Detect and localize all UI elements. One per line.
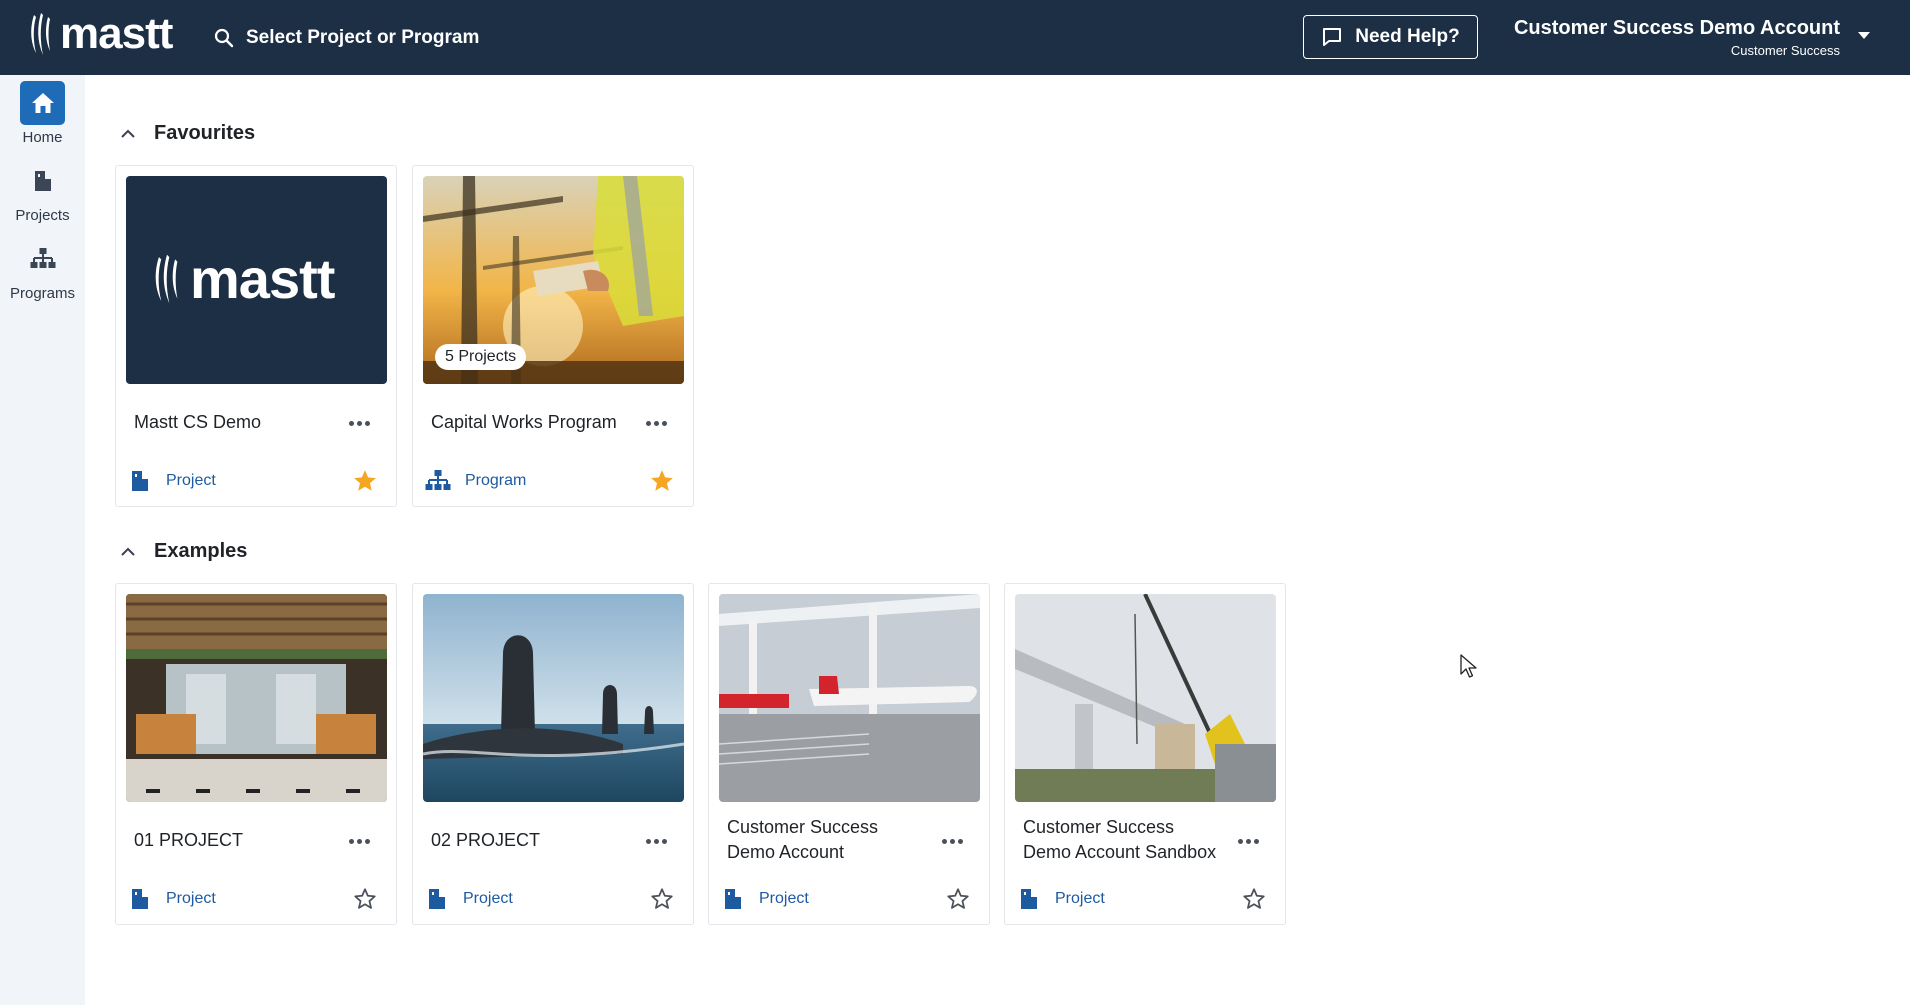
examples-section-header[interactable]: Examples — [120, 540, 247, 563]
card-thumbnail[interactable] — [1015, 594, 1276, 802]
chevron-down-icon[interactable] — [1858, 32, 1870, 39]
card-title[interactable]: Capital Works Program — [431, 394, 631, 450]
program-card[interactable]: 5 Projects Capital Works Program Program — [412, 165, 694, 507]
search-placeholder[interactable]: Select Project or Program — [246, 27, 479, 49]
card-type-label[interactable]: Project — [759, 890, 809, 908]
star-filled-icon[interactable] — [649, 468, 675, 494]
star-outline-icon[interactable] — [945, 886, 971, 912]
mastt-flame-icon — [31, 13, 50, 55]
search-icon — [214, 28, 234, 48]
project-card[interactable]: mastt Mastt CS Demo Project — [115, 165, 397, 507]
account-name: Customer Success Demo Account — [1513, 17, 1840, 39]
card-type-label[interactable]: Project — [166, 472, 216, 490]
chevron-up-icon[interactable] — [120, 547, 136, 557]
bridge-construction-photo — [1015, 594, 1276, 802]
project-card[interactable]: 02 PROJECT Project — [412, 583, 694, 925]
sidebar-item-home[interactable]: Home — [0, 81, 85, 146]
sidebar-item-programs[interactable]: Programs — [0, 237, 85, 302]
hierarchy-icon — [30, 248, 55, 268]
need-help-label: Need Help? — [1355, 26, 1460, 47]
card-type-label[interactable]: Project — [1055, 890, 1105, 908]
card-type-label[interactable]: Project — [166, 890, 216, 908]
home-icon — [31, 93, 54, 113]
hierarchy-icon — [425, 470, 451, 490]
more-options-icon[interactable] — [344, 408, 374, 438]
need-help-button[interactable]: Need Help? — [1303, 15, 1478, 59]
top-bar: mastt Select Project or Program Need Hel… — [0, 0, 1910, 75]
card-thumbnail[interactable] — [719, 594, 980, 802]
more-options-icon[interactable] — [344, 826, 374, 856]
card-thumbnail[interactable]: 5 Projects — [423, 176, 684, 384]
sidebar-item-projects[interactable]: Projects — [0, 159, 85, 224]
card-title[interactable]: Customer Success Demo Account Sandbox — [1023, 812, 1223, 868]
logo-text: mastt — [60, 9, 173, 58]
card-thumbnail[interactable]: mastt — [126, 176, 387, 384]
card-type-label[interactable]: Program — [465, 472, 526, 490]
restaurant-interior-photo — [126, 594, 387, 802]
account-subtitle: Customer Success — [1730, 43, 1840, 58]
building-icon — [132, 471, 148, 491]
star-outline-icon[interactable] — [352, 886, 378, 912]
projects-count-badge: 5 Projects — [435, 344, 527, 370]
card-type-label[interactable]: Project — [463, 890, 513, 908]
card-thumbnail[interactable] — [423, 594, 684, 802]
favourites-section-header[interactable]: Favourites — [120, 122, 255, 145]
building-icon — [725, 889, 741, 909]
sidebar: Home Projects Programs — [0, 75, 85, 1005]
project-card[interactable]: Customer Success Demo Account Project — [708, 583, 990, 925]
chevron-up-icon[interactable] — [120, 129, 136, 139]
card-title[interactable]: 01 PROJECT — [134, 812, 334, 868]
star-outline-icon[interactable] — [649, 886, 675, 912]
mastt-logo[interactable]: mastt — [28, 9, 173, 58]
star-outline-icon[interactable] — [1241, 886, 1267, 912]
sidebar-item-label: Home — [22, 129, 63, 146]
thumbnail-logo-text: mastt — [190, 247, 335, 310]
card-thumbnail[interactable] — [126, 594, 387, 802]
project-search[interactable]: Select Project or Program — [214, 22, 479, 54]
card-title[interactable]: 02 PROJECT — [431, 812, 631, 868]
submarine-photo — [423, 594, 684, 802]
building-icon — [429, 889, 445, 909]
airport-photo — [719, 594, 980, 802]
sidebar-item-label: Programs — [9, 285, 76, 302]
chat-icon — [1323, 28, 1342, 46]
more-options-icon[interactable] — [937, 826, 967, 856]
building-icon — [132, 889, 148, 909]
more-options-icon[interactable] — [641, 826, 671, 856]
account-menu[interactable]: Customer Success Demo Account Customer S… — [1514, 16, 1870, 59]
sidebar-item-label: Projects — [15, 207, 70, 224]
mouse-cursor-icon — [1460, 654, 1477, 678]
project-card[interactable]: Customer Success Demo Account Sandbox Pr… — [1004, 583, 1286, 925]
more-options-icon[interactable] — [1233, 826, 1263, 856]
building-icon — [34, 171, 51, 191]
mastt-flame-icon — [155, 254, 178, 304]
section-title: Examples — [154, 540, 248, 562]
building-icon — [1021, 889, 1037, 909]
more-options-icon[interactable] — [641, 408, 671, 438]
card-title[interactable]: Mastt CS Demo — [134, 394, 334, 450]
section-title: Favourites — [154, 122, 256, 144]
star-filled-icon[interactable] — [352, 468, 378, 494]
card-title[interactable]: Customer Success Demo Account — [727, 812, 927, 868]
project-card[interactable]: 01 PROJECT Project — [115, 583, 397, 925]
